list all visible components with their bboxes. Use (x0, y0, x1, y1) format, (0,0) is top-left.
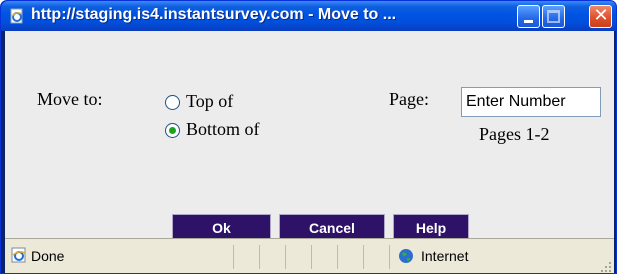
window-title: http://staging.is4.instantsurvey.com - M… (31, 6, 397, 23)
page-number-input[interactable] (461, 87, 601, 117)
security-zone-label: Internet (421, 248, 469, 264)
radio-top-of[interactable] (165, 95, 180, 110)
radio-selected-dot (169, 127, 176, 134)
dialog-body: Move to: Top of Bottom of Page: Pages 1-… (5, 31, 614, 243)
status-divider (363, 245, 364, 269)
pages-range-text: Pages 1-2 (479, 124, 550, 144)
dialog-window: http://staging.is4.instantsurvey.com - M… (0, 0, 617, 274)
status-divider (233, 245, 234, 269)
status-divider (259, 245, 260, 269)
status-bar: Done Internet (5, 238, 614, 273)
resize-grip-icon[interactable] (598, 259, 612, 273)
title-bar[interactable]: http://staging.is4.instantsurvey.com - M… (1, 1, 616, 31)
ie-page-icon (10, 8, 23, 24)
status-text: Done (31, 248, 65, 264)
move-to-label: Move to: (37, 89, 103, 109)
close-button[interactable]: ✕ (589, 5, 612, 28)
status-divider (337, 245, 338, 269)
globe-icon (399, 249, 413, 263)
close-icon: ✕ (593, 5, 609, 26)
minimize-button[interactable] (517, 5, 540, 28)
minimize-icon (524, 20, 533, 23)
radio-bottom-label: Bottom of (186, 119, 260, 139)
radio-top-label: Top of (186, 91, 234, 111)
status-divider (285, 245, 286, 269)
maximize-button[interactable] (542, 5, 565, 28)
ie-page-icon (11, 247, 26, 263)
maximize-icon (547, 10, 560, 23)
status-divider (389, 245, 390, 269)
status-divider (311, 245, 312, 269)
radio-bottom-of[interactable] (165, 123, 180, 138)
page-label: Page: (389, 89, 429, 109)
